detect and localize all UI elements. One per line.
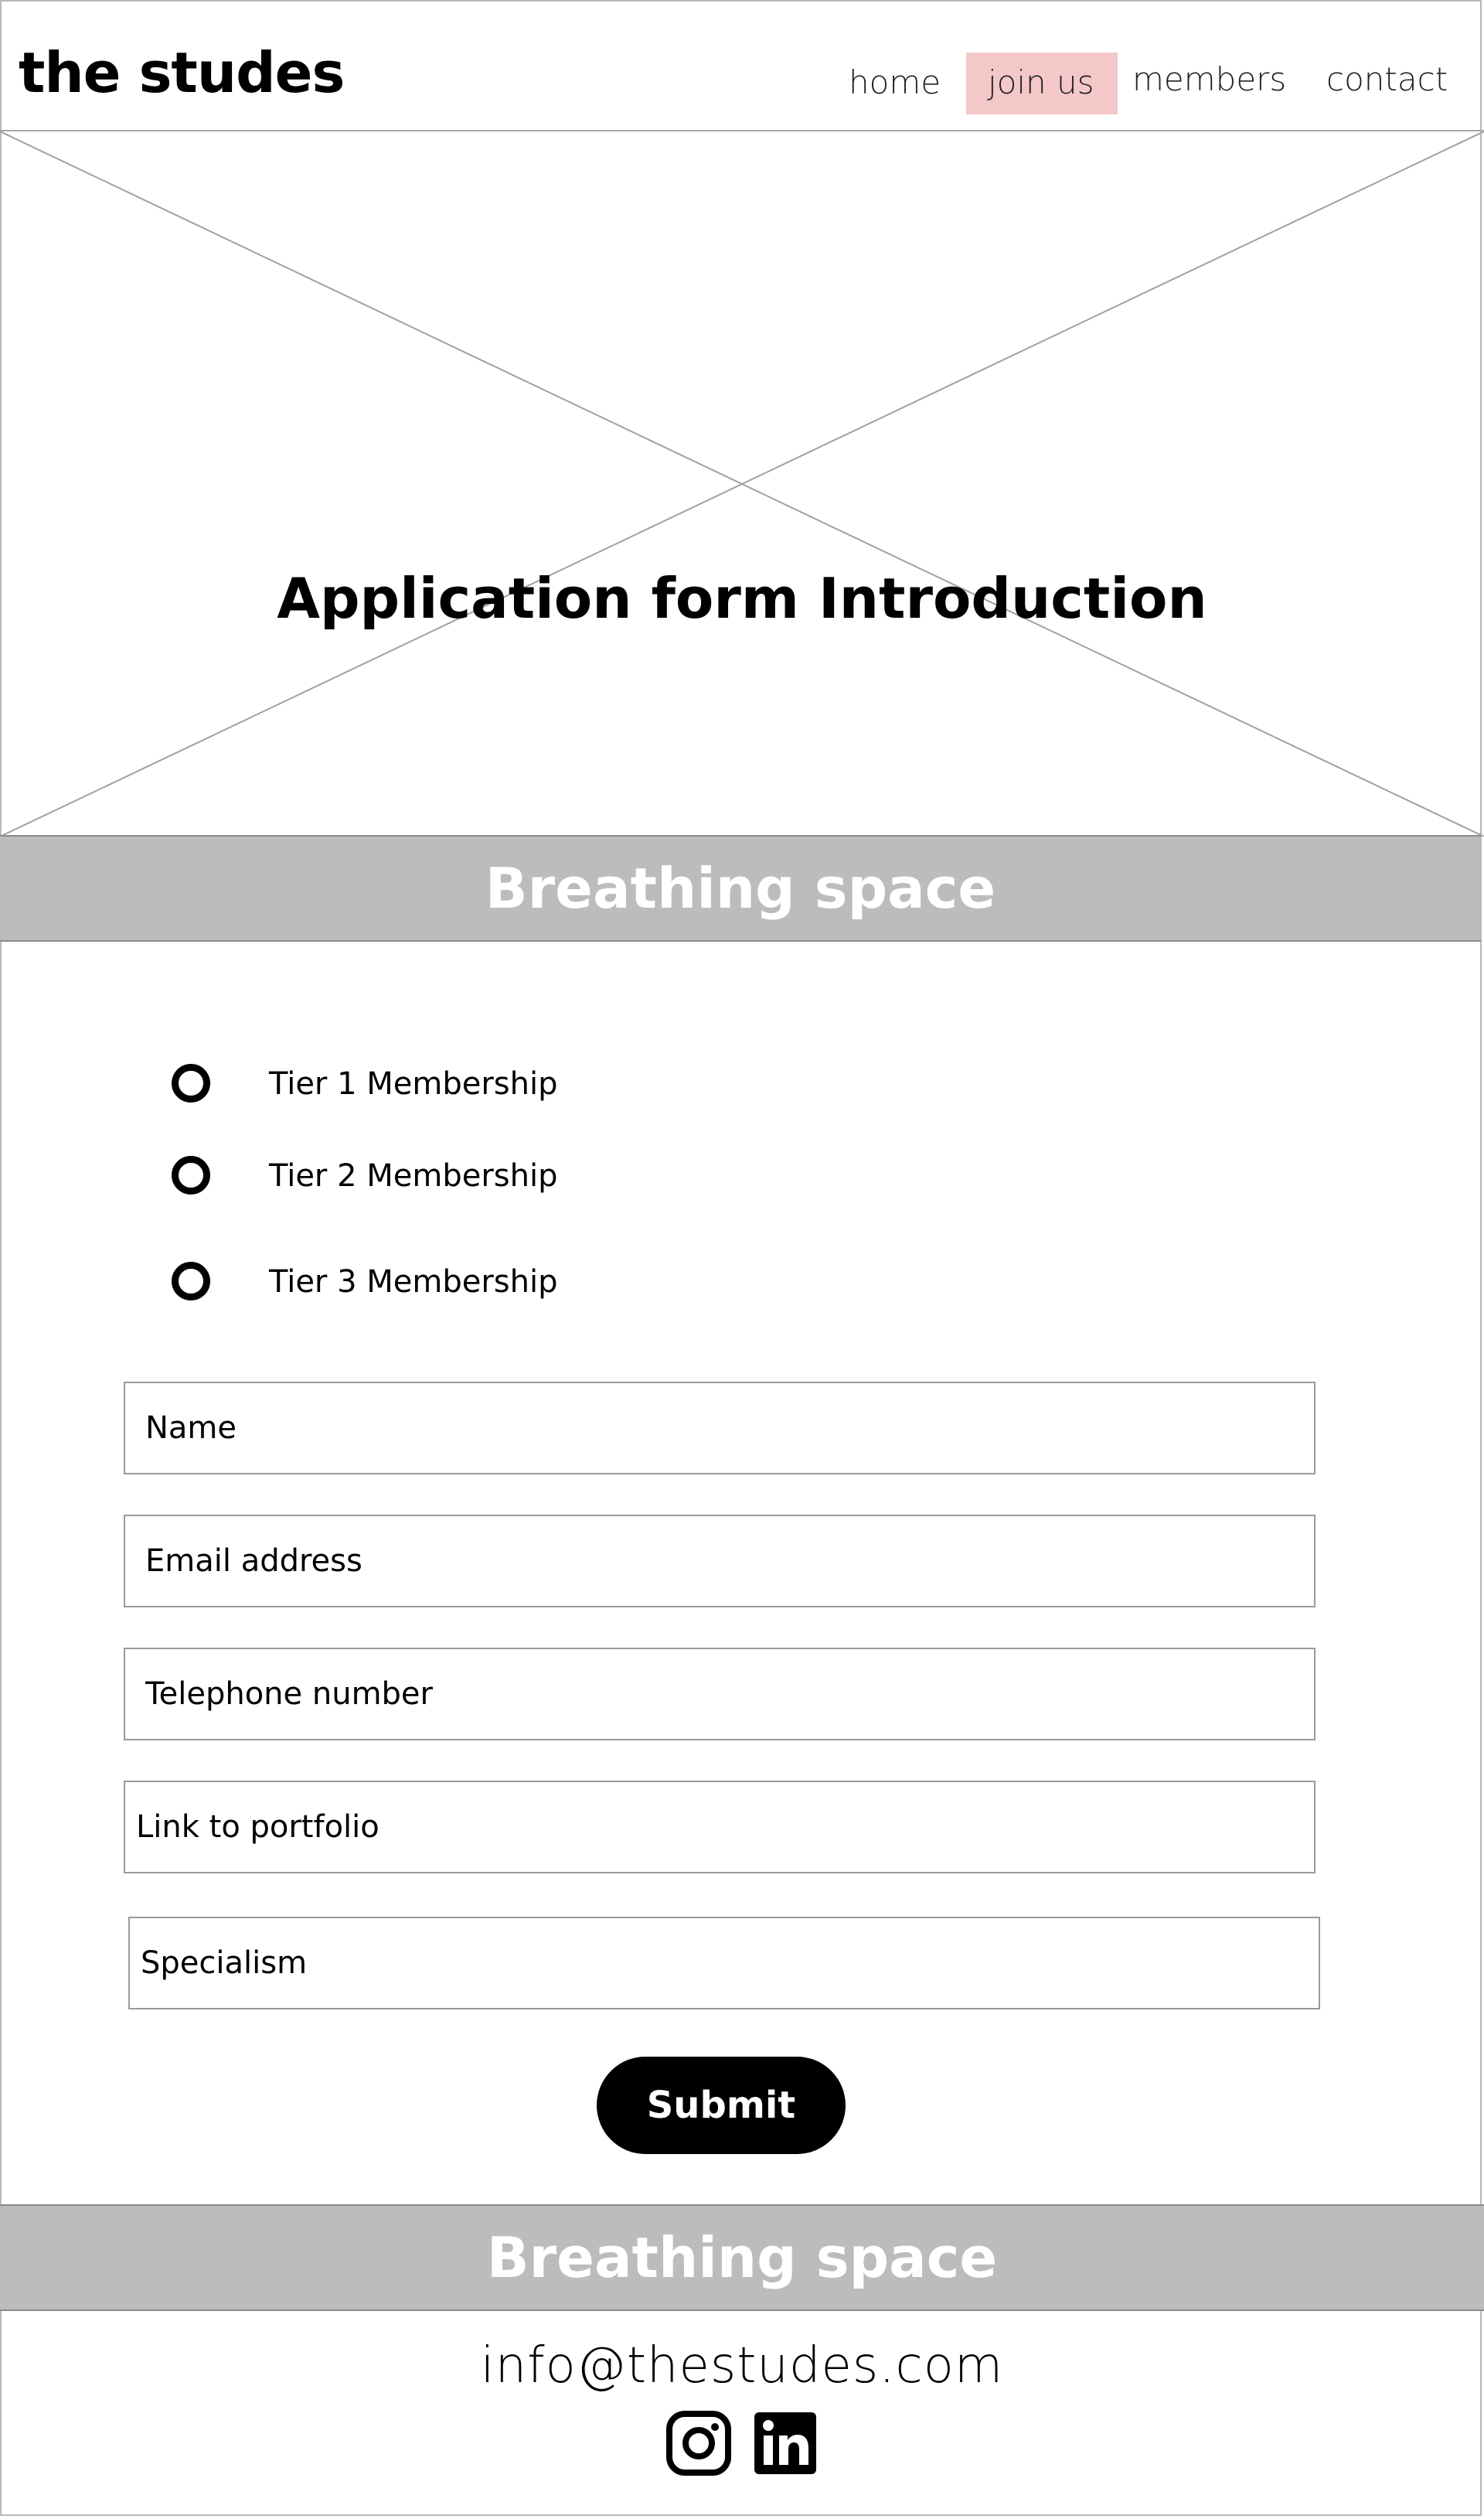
radio-label: Tier 2 Membership — [269, 1158, 558, 1194]
portfolio-field-box — [124, 1781, 1316, 1873]
instagram-icon[interactable] — [666, 2411, 731, 2476]
email-input[interactable] — [125, 1516, 1314, 1606]
site-logo[interactable]: the studes — [19, 45, 345, 101]
radio-button[interactable] — [172, 1064, 210, 1103]
placeholder-cross — [0, 131, 1484, 837]
specialism-field-box — [128, 1917, 1320, 2009]
nav-members[interactable]: members — [1132, 63, 1286, 96]
nav-join-us[interactable]: join us — [966, 53, 1118, 114]
hero-image-placeholder: Application form Introduction — [0, 131, 1484, 837]
email-field-box — [124, 1515, 1316, 1607]
breathing-space-band-footer: Breathing space — [0, 2204, 1484, 2311]
name-field-box — [124, 1382, 1316, 1474]
nav-contact[interactable]: contact — [1326, 63, 1448, 96]
telephone-input[interactable] — [125, 1649, 1314, 1739]
breathing-space-band: Breathing space — [0, 835, 1481, 942]
nav-join-us-label: join us — [988, 63, 1094, 101]
name-input[interactable] — [125, 1383, 1314, 1473]
nav-home[interactable]: home — [849, 66, 941, 99]
portfolio-input[interactable] — [125, 1782, 1314, 1872]
telephone-field-box — [124, 1648, 1316, 1740]
radio-button[interactable] — [172, 1156, 210, 1195]
site-header: the studes home join us members contact — [0, 0, 1484, 131]
hero-title: Application form Introduction — [277, 566, 1207, 631]
radio-button[interactable] — [172, 1262, 210, 1300]
specialism-input[interactable] — [130, 1918, 1319, 2008]
radio-label: Tier 1 Membership — [269, 1066, 558, 1102]
submit-button[interactable]: Submit — [597, 2057, 846, 2154]
radio-label: Tier 3 Membership — [269, 1264, 558, 1300]
linkedin-icon[interactable] — [753, 2411, 818, 2476]
contact-email[interactable]: info@thestudes.com — [0, 2341, 1484, 2391]
